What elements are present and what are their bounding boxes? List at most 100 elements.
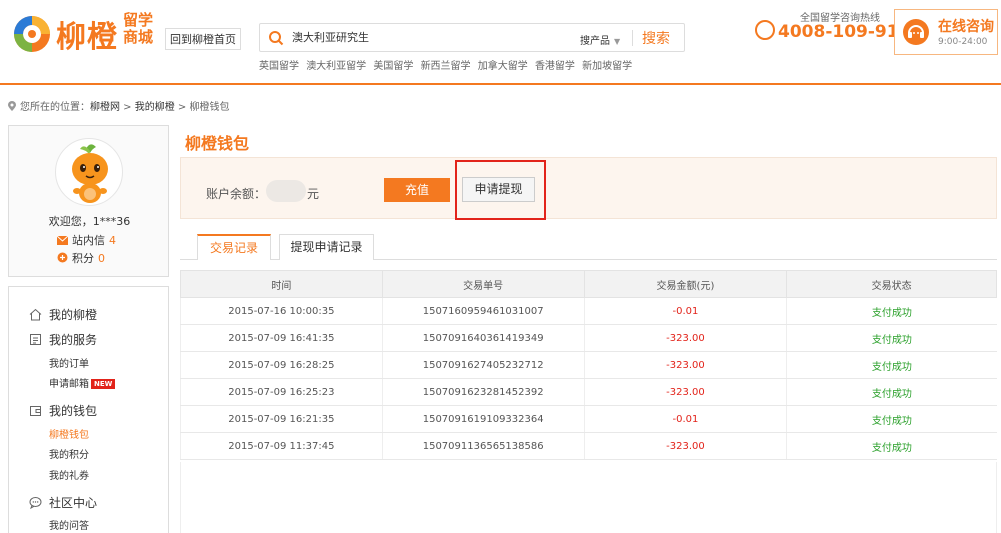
side-nav: 我的柳橙 我的服务 我的订单 申请邮箱 NEW 我的钱包 柳橙钱包 我的积分 我的… (8, 286, 169, 533)
page-title: 柳橙钱包 (185, 134, 250, 153)
headset-icon (903, 19, 929, 45)
table-footer-area (180, 462, 997, 533)
nav-group-wallet[interactable]: 我的钱包 (29, 402, 97, 419)
column-header: 交易金额(元) (583, 270, 788, 298)
cell-order-no: 1507091619109332364 (381, 405, 585, 433)
table-row: 2015-07-09 16:41:35 1507091640361419349 … (180, 324, 997, 352)
search-input[interactable] (292, 30, 542, 43)
cell-amount: -323.00 (583, 378, 787, 406)
nav-group-label: 社区中心 (49, 496, 98, 510)
column-header: 时间 (180, 270, 383, 298)
breadcrumb-sep: > (120, 102, 135, 113)
tab-transactions[interactable]: 交易记录 (197, 234, 271, 260)
search-category-select[interactable]: 搜产品 ▼ (580, 32, 620, 47)
cell-amount: -323.00 (583, 351, 787, 379)
consult-title: 在线咨询 (938, 19, 994, 35)
messages-link[interactable]: 站内信 4 (57, 232, 116, 248)
points-label: 积分 (72, 252, 94, 265)
wallet-icon (30, 406, 41, 416)
cell-order-no: 1507091136565138586 (381, 432, 585, 460)
cell-time: 2015-07-09 16:21:35 (180, 405, 383, 433)
hot-link[interactable]: 新加坡留学 (582, 61, 632, 72)
nav-item-apply-mailbox[interactable]: 申请邮箱 NEW (49, 375, 116, 390)
new-badge: NEW (91, 379, 116, 389)
balance-unit: 元 (307, 187, 320, 201)
cell-time: 2015-07-16 10:00:35 (180, 297, 383, 325)
messages-label: 站内信 (72, 234, 105, 247)
nav-item-points[interactable]: 我的积分 (49, 446, 89, 461)
transactions-table: 时间 交易单号 交易金额(元) 交易状态 2015-07-16 10:00:35… (180, 270, 997, 460)
search-button[interactable]: 搜索 (642, 28, 670, 48)
location-pin-icon (8, 101, 16, 111)
breadcrumb-item[interactable]: 柳橙网 (90, 102, 120, 113)
balance-label: 账户余额： (206, 187, 267, 201)
hotline-number: 4008-109-912 (778, 22, 911, 42)
cell-status: 支付成功 (786, 297, 997, 325)
profile-card: 欢迎您，1***36 站内信 4 积分 0 (8, 125, 169, 277)
table-header-row: 时间 交易单号 交易金额(元) 交易状态 (180, 270, 997, 298)
nav-item-wallet[interactable]: 柳橙钱包 (49, 426, 89, 441)
nav-group-label: 我的钱包 (49, 404, 98, 418)
points-link[interactable]: 积分 0 (57, 250, 105, 266)
table-row: 2015-07-09 16:25:23 1507091623281452392 … (180, 378, 997, 406)
cell-order-no: 1507160959461031007 (381, 297, 585, 325)
nav-item-coupons[interactable]: 我的礼券 (49, 467, 89, 482)
tab-withdraw-records[interactable]: 提现申请记录 (279, 234, 374, 260)
home-icon (29, 308, 42, 321)
cell-order-no: 1507091640361419349 (381, 324, 585, 352)
nav-group-label: 我的柳橙 (49, 308, 98, 322)
search-icon (269, 31, 284, 46)
cell-amount: -323.00 (583, 432, 787, 460)
column-header: 交易单号 (381, 270, 585, 298)
hot-link[interactable]: 澳大利亚留学 (306, 61, 366, 72)
logo-text: 柳橙 (56, 20, 118, 55)
highlight-box (455, 160, 546, 220)
divider (632, 30, 633, 46)
hot-link[interactable]: 英国留学 (259, 61, 299, 72)
table-row: 2015-07-09 11:37:45 1507091136565138586 … (180, 432, 997, 460)
hot-link[interactable]: 新西兰留学 (421, 61, 471, 72)
online-consult-button[interactable]: 在线咨询 9:00-24:00 (894, 9, 998, 55)
points-count: 0 (98, 252, 105, 265)
nav-group-services[interactable]: 我的服务 (29, 331, 97, 348)
breadcrumb-current: 柳橙钱包 (189, 102, 230, 113)
cell-time: 2015-07-09 16:28:25 (180, 351, 383, 379)
avatar[interactable] (55, 138, 123, 206)
orange-mascot-icon (72, 144, 108, 203)
hot-link[interactable]: 香港留学 (535, 61, 575, 72)
nav-item-label: 申请邮箱 (49, 379, 89, 390)
cell-time: 2015-07-09 16:25:23 (180, 378, 383, 406)
breadcrumb-item[interactable]: 我的柳橙 (135, 102, 175, 113)
welcome-text: 欢迎您，1***36 (48, 215, 131, 228)
search-box: 搜产品 ▼ 搜索 (259, 23, 685, 52)
chat-icon (29, 497, 42, 509)
hot-link[interactable]: 加拿大留学 (478, 61, 528, 72)
balance-value-masked (266, 180, 306, 202)
nav-group-my-liucheng[interactable]: 我的柳橙 (29, 306, 97, 323)
cell-status: 支付成功 (786, 324, 997, 352)
nav-group-community[interactable]: 社区中心 (29, 494, 97, 511)
messages-count: 4 (109, 234, 116, 247)
cell-status: 支付成功 (786, 378, 997, 406)
search-category-label: 搜产品 (580, 36, 610, 47)
hotline: 4008-109-912 (755, 20, 910, 42)
cell-status: 支付成功 (786, 432, 997, 460)
hot-link[interactable]: 美国留学 (373, 61, 413, 72)
cell-time: 2015-07-09 16:41:35 (180, 324, 383, 352)
breadcrumb: 您所在的位置：柳橙网 > 我的柳橙 > 柳橙钱包 (8, 98, 230, 113)
breadcrumb-prefix: 您所在的位置： (20, 102, 90, 113)
recharge-button[interactable]: 充值 (384, 178, 450, 202)
hot-links: 英国留学 澳大利亚留学 美国留学 新西兰留学 加拿大留学 香港留学 新加坡留学 (259, 57, 636, 72)
phone-icon (755, 20, 775, 40)
logo-subtext: 留学商城 (123, 11, 154, 46)
dropdown-arrow-icon: ▼ (614, 37, 621, 46)
nav-item-qa[interactable]: 我的问答 (49, 517, 89, 532)
site-logo[interactable]: 柳橙 留学商城 (10, 6, 160, 55)
cell-status: 支付成功 (786, 351, 997, 379)
nav-item-orders[interactable]: 我的订单 (49, 355, 89, 370)
home-link[interactable]: 回到柳橙首页 (165, 28, 241, 50)
cell-order-no: 1507091623281452392 (381, 378, 585, 406)
table-row: 2015-07-09 16:28:25 1507091627405232712 … (180, 351, 997, 379)
site-header: 柳橙 留学商城 回到柳橙首页 搜产品 ▼ 搜索 英国留学 澳大利亚留学 美国留学 … (0, 0, 1001, 85)
table-row: 2015-07-09 16:21:35 1507091619109332364 … (180, 405, 997, 433)
